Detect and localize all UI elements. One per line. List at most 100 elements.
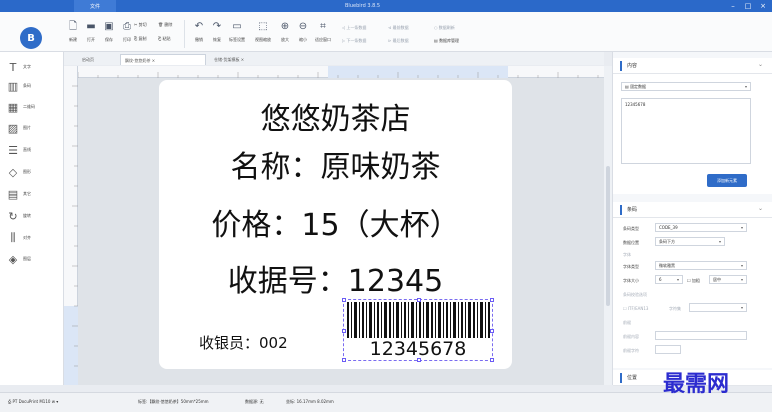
- bold-toggle[interactable]: ☐ 加粗: [687, 278, 700, 284]
- tool-align[interactable]: ⫼ 对齐: [6, 231, 60, 245]
- content-section-header[interactable]: 内容 ⌄: [613, 58, 772, 74]
- prefix-chars-label: 前缀字符: [623, 348, 639, 353]
- prefix-chars-input[interactable]: [655, 345, 681, 354]
- chevron-down-icon[interactable]: ⌄: [758, 61, 763, 68]
- charset-select[interactable]: ▾: [689, 303, 747, 312]
- data-source-select[interactable]: ▤ 固定数据 ▾: [621, 82, 751, 91]
- check-section-label: 条码校验选项: [623, 292, 647, 297]
- tab-warehouse[interactable]: 仓储-货架模板 ×: [210, 54, 290, 65]
- label-line-receipt[interactable]: 收据号：12345: [159, 256, 512, 300]
- charset-label: 字符集: [669, 306, 681, 311]
- window-title: Bluebird 3.8.5: [345, 3, 381, 9]
- tool-layer[interactable]: ◈ 图层: [6, 252, 60, 266]
- tool-barcode[interactable]: ▥ 条码: [6, 79, 60, 93]
- resize-handle[interactable]: [417, 298, 421, 302]
- database-manage-button[interactable]: ▤ 数据库管理: [434, 38, 459, 44]
- position-section-title: 位置: [627, 375, 638, 381]
- resize-handle[interactable]: [490, 358, 494, 362]
- printer-status[interactable]: ⎙ PT DocuPrint M110 w ▾: [8, 399, 58, 404]
- content-textarea[interactable]: 12345678: [621, 98, 751, 164]
- maximize-button[interactable]: □: [741, 0, 755, 12]
- prev-record-button[interactable]: ◁ 上一条数据: [342, 25, 366, 31]
- app-logo: B: [20, 27, 42, 49]
- first-record-button[interactable]: ⊲ 最前数据: [388, 25, 409, 31]
- new-file-icon: 🗋: [68, 21, 78, 32]
- align-tool-icon: ⫼: [10, 231, 16, 244]
- zoom-out-button[interactable]: ⊖ 缩小: [292, 22, 314, 52]
- label-settings-icon: ▭: [232, 21, 242, 32]
- tab-milk-tea[interactable]: 飘纹-悠悠奶茶 ×: [120, 54, 206, 65]
- file-menu[interactable]: 文件: [74, 0, 116, 12]
- line-tool-icon: ☰: [8, 143, 18, 157]
- properties-panel: 内容 ⌄ ▤ 固定数据 ▾ 12345678 添加新元素 条码 ⌄ 条码类型 CO…: [612, 52, 772, 386]
- redo-button[interactable]: ↷ 恢复: [206, 22, 228, 52]
- barcode-section-title: 条码: [627, 207, 638, 213]
- document-tabs: 启动页 飘纹-悠悠奶茶 × 仓储-货架模板 ×: [64, 52, 604, 65]
- rotate-tool-icon: ↻: [8, 209, 18, 223]
- barcode-type-select[interactable]: CODE_39 ▾: [655, 223, 747, 232]
- text-tool-icon: T: [9, 60, 17, 74]
- tool-other[interactable]: ▤ 其它: [6, 187, 60, 201]
- font-size-label: 字体大小: [623, 278, 639, 283]
- tool-line[interactable]: ☰ 直线: [6, 143, 60, 157]
- label-preview[interactable]: 悠悠奶茶店 名称：原味奶茶 价格：15（大杯） 收据号：12345 收银员：00…: [159, 80, 512, 369]
- data-position-label: 数据位置: [623, 240, 639, 245]
- label-line-name[interactable]: 名称：原味奶茶: [159, 142, 512, 186]
- coords-info: 坐标: 16.17mm 8.02mm: [286, 399, 334, 404]
- resize-handle[interactable]: [342, 298, 346, 302]
- font-section-label: 字体: [623, 252, 631, 257]
- delete-button[interactable]: 🗑 删除: [158, 22, 172, 28]
- tool-shape[interactable]: ◇ 图形: [6, 165, 60, 179]
- barcode-bars: [347, 302, 490, 338]
- minimize-button[interactable]: –: [726, 0, 740, 12]
- barcode-tool-icon: ▥: [7, 79, 19, 93]
- last-record-button[interactable]: ⊳ 最后数据: [388, 38, 409, 44]
- scrollbar-thumb[interactable]: [606, 166, 610, 306]
- tab-start[interactable]: 启动页: [78, 54, 118, 65]
- resize-handle[interactable]: [490, 329, 494, 333]
- records-info: 数据源: 无: [245, 399, 264, 404]
- paste-button[interactable]: ⎗ 粘贴: [158, 36, 170, 42]
- data-position-select[interactable]: 条码下方 ▾: [655, 237, 725, 246]
- content-section-body: ▤ 固定数据 ▾ 12345678 添加新元素: [613, 74, 772, 194]
- label-line-shop[interactable]: 悠悠奶茶店: [159, 94, 512, 138]
- font-type-label: 字体类型: [623, 264, 639, 269]
- tool-text[interactable]: T 文字: [6, 60, 60, 74]
- cut-button[interactable]: ✂ 剪切: [134, 22, 147, 28]
- label-cashier[interactable]: 收银员：002: [199, 332, 288, 353]
- label-settings-button[interactable]: ▭ 标签设置: [226, 22, 248, 52]
- resize-handle[interactable]: [417, 358, 421, 362]
- resize-handle[interactable]: [342, 329, 346, 333]
- tool-image[interactable]: ▨ 图片: [6, 121, 60, 135]
- resize-handle[interactable]: [342, 358, 346, 362]
- font-size-select[interactable]: 6 ▾: [655, 275, 683, 284]
- canvas-scrollbar[interactable]: [604, 66, 612, 385]
- close-button[interactable]: ×: [756, 0, 770, 12]
- label-line-price[interactable]: 价格：15（大杯）: [159, 200, 512, 244]
- barcode-section-body: 条码类型 CODE_39 ▾ 数据位置 条码下方 ▾ 字体 字体类型 微软雅黑 ▾ 字…: [613, 218, 772, 368]
- watermark-logo: 最需网: [663, 371, 730, 397]
- font-type-select[interactable]: 微软雅黑 ▾: [655, 261, 747, 270]
- refresh-data-button[interactable]: ○ 数据刷新: [434, 25, 455, 31]
- ruler-ticks: [77, 66, 599, 78]
- copy-button[interactable]: ⎘ 复制: [134, 36, 146, 42]
- chevron-down-icon[interactable]: ⌄: [758, 205, 763, 212]
- next-record-button[interactable]: ▷ 下一条数据: [342, 38, 366, 44]
- tool-rotate[interactable]: ↻ 旋转: [6, 209, 60, 223]
- barcode-section-header[interactable]: 条码 ⌄: [613, 202, 772, 218]
- save-icon: ▣: [104, 21, 114, 32]
- add-element-button[interactable]: 添加新元素: [707, 174, 747, 187]
- resize-handle[interactable]: [490, 298, 494, 302]
- other-tool-icon: ▤: [7, 187, 19, 201]
- fit-window-button[interactable]: ⌗ 适应窗口: [312, 22, 334, 52]
- prefix-content-input[interactable]: [655, 331, 747, 340]
- zoom-in-icon: ⊕: [280, 21, 290, 32]
- view-zoom-button[interactable]: ⬚ 视图缩放: [252, 22, 274, 52]
- alignment-select[interactable]: 居中 ▾: [709, 275, 747, 284]
- content-section-title: 内容: [627, 63, 638, 69]
- ribbon-divider: [184, 20, 185, 48]
- barcode-element[interactable]: 12345678: [342, 298, 494, 362]
- fit-window-icon: ⌗: [320, 21, 326, 32]
- itf-checkbox[interactable]: ☐ ITF/EAN13: [623, 306, 648, 311]
- tool-qrcode[interactable]: ▦ 二维码: [6, 100, 60, 114]
